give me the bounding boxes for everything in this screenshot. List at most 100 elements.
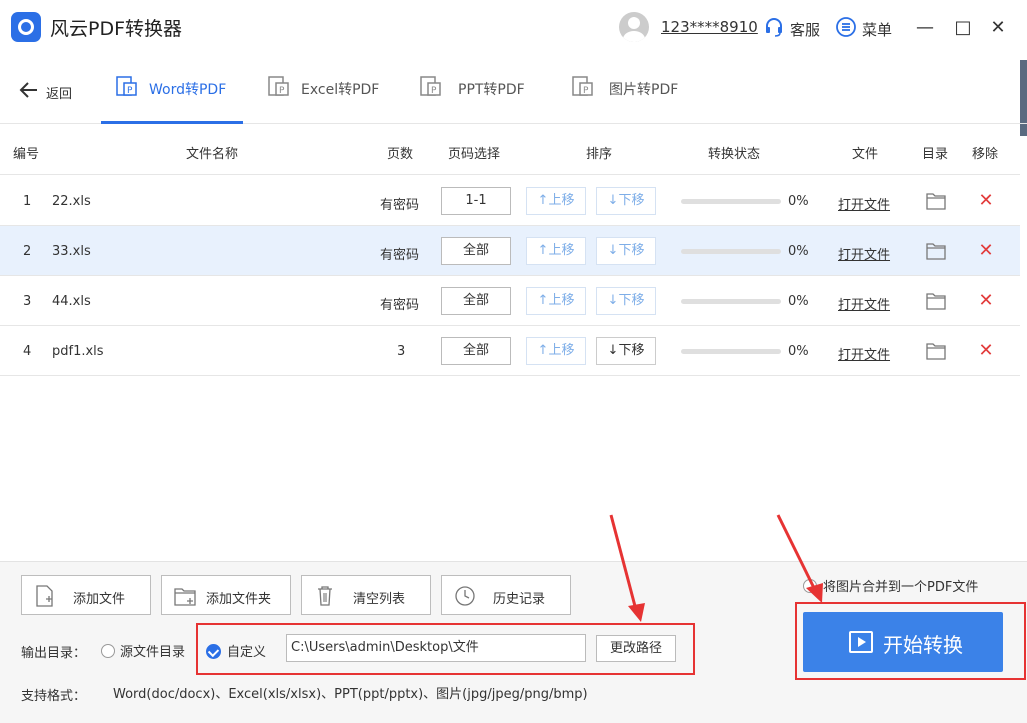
svg-text:P: P [431,86,437,96]
header-sort: 排序 [586,147,613,162]
back-button[interactable]: 返回 [46,83,72,102]
excel-doc-icon: P [268,76,289,96]
add-file-label: 添加文件 [73,592,126,607]
maximize-button[interactable]: □ [952,17,974,39]
history-button[interactable]: 历史记录 [441,575,571,615]
move-up-button[interactable]: ↑上移 [526,187,586,215]
conversion-progress-bar [681,349,781,354]
menu-icon[interactable] [836,17,856,37]
header-remove: 移除 [972,147,999,162]
source-dir-option[interactable]: 源文件目录 [101,641,185,660]
tab-label: PPT转PDF [458,82,525,98]
page-select-input[interactable]: 全部 [441,237,511,265]
tab-word-to-pdf[interactable]: P Word转PDF [101,56,243,124]
close-button[interactable]: ✕ [987,17,1009,39]
open-file-link[interactable]: 打开文件 [838,344,890,363]
tab-ppt-to-pdf[interactable]: P PPT转PDF [407,56,547,124]
annotation-highlight-box [196,623,695,675]
row-file-name: 44.xls [52,294,91,309]
formats-label: 支持格式： [21,689,87,704]
clear-list-button[interactable]: 清空列表 [301,575,431,615]
remove-row-button[interactable]: ✕ [977,290,995,312]
table-row[interactable]: 4 pdf1.xls 3 全部 ↑上移 ↓下移 0% 打开文件 ✕ [0,326,1020,376]
minimize-button[interactable]: — [914,17,936,39]
folder-icon[interactable] [926,192,946,210]
row-num: 2 [23,244,32,259]
tab-excel-to-pdf[interactable]: P Excel转PDF [255,56,395,124]
remove-row-button[interactable]: ✕ [977,240,995,262]
row-file-name: 33.xls [52,244,91,259]
open-file-link[interactable]: 打开文件 [838,244,890,263]
user-avatar-icon[interactable] [619,12,649,42]
app-window: 风云PDF转换器 123****8910 客服 菜单 — □ ✕ 返回 P Wo… [0,0,1027,723]
merge-radio[interactable] [803,579,817,593]
merge-label: 将图片合并到一个PDF文件 [823,580,979,595]
page-select-input[interactable]: 全部 [441,287,511,315]
history-label: 历史记录 [493,592,546,607]
progress-percent: 0% [788,344,809,359]
tab-label: Word转PDF [149,82,227,98]
menu-button[interactable]: 菜单 [862,19,892,40]
row-pages: 有密码 [380,248,420,263]
user-account-link[interactable]: 123****8910 [661,18,758,36]
headset-icon[interactable] [764,17,784,37]
supported-formats: Word(doc/docx)、Excel(xls/xlsx)、PPT(ppt/p… [113,687,588,702]
tab-label: Excel转PDF [301,82,380,98]
clear-list-label: 清空列表 [353,592,406,607]
remove-row-button[interactable]: ✕ [977,190,995,212]
tab-label: 图片转PDF [609,82,679,98]
table-row[interactable]: 1 22.xls 有密码 1-1 ↑上移 ↓下移 0% 打开文件 ✕ [0,176,1020,226]
add-file-button[interactable]: 添加文件 [21,575,151,615]
folder-icon[interactable] [926,292,946,310]
table-row[interactable]: 3 44.xls 有密码 全部 ↑上移 ↓下移 0% 打开文件 ✕ [0,276,1020,326]
row-file-name: pdf1.xls [52,344,104,359]
source-dir-radio[interactable] [101,644,115,658]
add-folder-label: 添加文件夹 [206,592,272,607]
header-dir: 目录 [922,147,949,162]
table-row[interactable]: 2 33.xls 有密码 全部 ↑上移 ↓下移 0% 打开文件 ✕ [0,226,1020,276]
table-header: 编号 文件名称 页数 页码选择 排序 转换状态 文件 目录 移除 [0,125,1020,175]
customer-service-button[interactable]: 客服 [790,19,820,40]
folder-icon[interactable] [926,242,946,260]
svg-text:P: P [127,86,133,96]
trash-icon [318,586,332,606]
progress-percent: 0% [788,194,809,209]
row-num: 4 [23,344,32,359]
conversion-progress-bar [681,249,781,254]
move-up-button[interactable]: ↑上移 [526,337,586,365]
header-pages: 页数 [387,147,414,162]
merge-images-option[interactable]: 将图片合并到一个PDF文件 [803,576,978,595]
page-select-input[interactable]: 全部 [441,337,511,365]
back-arrow-icon[interactable] [18,79,40,101]
row-num: 1 [23,194,32,209]
svg-text:P: P [279,86,285,96]
app-title: 风云PDF转换器 [50,18,183,40]
header-name: 文件名称 [186,147,239,162]
header-file: 文件 [852,147,879,162]
move-down-button[interactable]: ↓下移 [596,287,656,315]
progress-percent: 0% [788,244,809,259]
move-down-button[interactable]: ↓下移 [596,337,656,365]
move-down-button[interactable]: ↓下移 [596,187,656,215]
clock-icon [455,586,475,606]
remove-row-button[interactable]: ✕ [977,340,995,362]
add-folder-button[interactable]: 添加文件夹 [161,575,291,615]
move-up-button[interactable]: ↑上移 [526,287,586,315]
row-pages: 有密码 [380,198,420,213]
bottom-panel: 添加文件 添加文件夹 清空列表 历史记录 将图片合并到一个PDF文件 输出目录：… [0,561,1027,723]
open-file-link[interactable]: 打开文件 [838,194,890,213]
header-page-select: 页码选择 [448,147,501,162]
row-pages: 3 [397,344,406,359]
row-pages: 有密码 [380,298,420,313]
page-select-input[interactable]: 1-1 [441,187,511,215]
tab-image-to-pdf[interactable]: P 图片转PDF [559,56,699,124]
folder-icon[interactable] [926,342,946,360]
move-down-button[interactable]: ↓下移 [596,237,656,265]
add-folder-icon [174,588,196,606]
open-file-link[interactable]: 打开文件 [838,294,890,313]
row-file-name: 22.xls [52,194,91,209]
move-up-button[interactable]: ↑上移 [526,237,586,265]
add-file-icon [36,585,53,607]
ppt-doc-icon: P [420,76,441,96]
annotation-highlight-box [795,602,1026,680]
